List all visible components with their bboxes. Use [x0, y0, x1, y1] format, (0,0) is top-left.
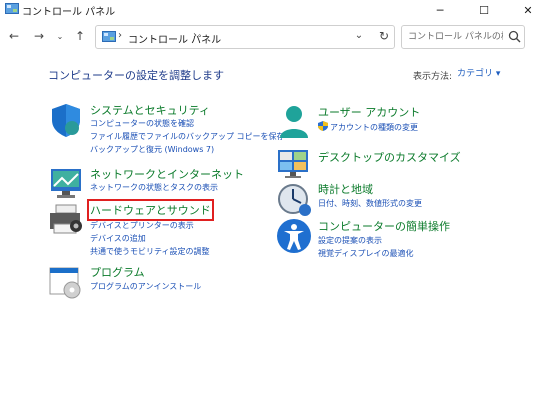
category-title-system[interactable]: システムとセキュリティ	[90, 102, 210, 118]
link-change-account-type[interactable]: アカウントの種類の変更	[330, 122, 418, 133]
forward-arrow-icon: →	[33, 29, 45, 43]
back-arrow-icon: ←	[8, 29, 20, 43]
link-devices-printers[interactable]: デバイスとプリンターの表示	[90, 220, 194, 231]
control-panel-icon	[102, 31, 116, 42]
user-icon[interactable]	[276, 104, 312, 140]
category-title-network[interactable]: ネットワークとインターネット	[90, 166, 244, 182]
link-network-status[interactable]: ネットワークの状態とタスクの表示	[90, 182, 218, 193]
chevron-down-icon: ⌄	[56, 31, 64, 41]
forward-button[interactable]: →	[30, 27, 48, 45]
recent-locations-button[interactable]: ⌄	[51, 27, 69, 45]
link-file-history[interactable]: ファイル履歴でファイルのバックアップ コピーを保存	[90, 131, 285, 142]
search-input[interactable]	[408, 30, 503, 44]
search-icon[interactable]	[508, 30, 521, 43]
clock-icon[interactable]	[276, 181, 312, 217]
category-title-ease[interactable]: コンピューターの簡単操作	[318, 218, 450, 234]
category-user-accounts: ユーザー アカウント アカウントの種類の変更	[276, 104, 496, 140]
maximize-icon: ☐	[479, 3, 489, 17]
title-bar: コントロール パネル ─ ☐ ✕	[0, 0, 550, 20]
link-suggested-settings[interactable]: 設定の提案の表示	[318, 235, 382, 246]
category-desktop-customization: デスクトップのカスタマイズ	[276, 146, 496, 178]
shield-icon[interactable]	[48, 102, 84, 138]
printer-icon[interactable]	[48, 202, 84, 238]
category-clock-region: 時計と地域 日付、時刻、数値形式の変更	[276, 181, 496, 216]
category-title-desktop[interactable]: デスクトップのカスタマイズ	[318, 149, 461, 165]
close-icon: ✕	[523, 3, 533, 17]
link-add-device[interactable]: デバイスの追加	[90, 233, 146, 244]
category-hardware-sound: ハードウェアとサウンド デバイスとプリンターの表示 デバイスの追加 共通で使うモ…	[48, 199, 258, 257]
accessibility-icon[interactable]	[276, 218, 312, 254]
maximize-button[interactable]: ☐	[462, 0, 506, 20]
link-optimize-display[interactable]: 視覚ディスプレイの最適化	[318, 248, 413, 259]
link-mobility-settings[interactable]: 共通で使うモビリティ設定の調整	[90, 246, 210, 257]
category-title-clock[interactable]: 時計と地域	[318, 181, 373, 197]
back-button[interactable]: ←	[5, 27, 23, 45]
up-button[interactable]: ↑	[71, 27, 89, 45]
up-arrow-icon: ↑	[74, 29, 86, 43]
category-programs: プログラム プログラムのアンインストール	[48, 264, 258, 299]
breadcrumb-control-panel[interactable]: コントロール パネル	[128, 31, 221, 46]
link-date-time-format[interactable]: 日付、時刻、数値形式の変更	[318, 198, 422, 209]
category-network-internet: ネットワークとインターネット ネットワークの状態とタスクの表示	[48, 166, 258, 198]
category-ease-of-access: コンピューターの簡単操作 設定の提案の表示 視覚ディスプレイの最適化	[276, 218, 496, 258]
category-title-user[interactable]: ユーザー アカウント	[318, 104, 420, 120]
link-uninstall-program[interactable]: プログラムのアンインストール	[90, 281, 201, 292]
network-icon[interactable]	[48, 166, 84, 202]
window-title: コントロール パネル	[22, 7, 116, 18]
minimize-button[interactable]: ─	[418, 0, 462, 20]
close-button[interactable]: ✕	[506, 0, 550, 20]
minimize-icon: ─	[436, 3, 444, 17]
breadcrumb-separator-icon[interactable]: ›	[118, 30, 122, 41]
desktop-icon[interactable]	[276, 146, 312, 182]
refresh-icon[interactable]: ↻	[376, 29, 392, 45]
link-backup-restore[interactable]: バックアップと復元 (Windows 7)	[90, 144, 214, 155]
navigation-bar: ← → ⌄ ↑ › コントロール パネル › ⌄ ↻	[0, 22, 550, 50]
link-check-status[interactable]: コンピューターの状態を確認	[90, 118, 194, 129]
address-dropdown-icon[interactable]: ⌄	[351, 30, 367, 44]
category-title-programs[interactable]: プログラム	[90, 264, 145, 280]
breadcrumb-separator-icon[interactable]: ›	[193, 30, 197, 41]
search-box[interactable]	[401, 25, 525, 49]
uac-shield-icon	[318, 121, 328, 131]
category-title-hardware[interactable]: ハードウェアとサウンド	[87, 199, 214, 221]
view-by-label: 表示方法:	[413, 72, 453, 82]
control-panel-icon	[5, 3, 19, 14]
address-bar[interactable]: › コントロール パネル › ⌄ ↻	[95, 25, 395, 49]
programs-icon[interactable]	[48, 264, 84, 300]
category-system-security: システムとセキュリティ コンピューターの状態を確認 ファイル履歴でファイルのバッ…	[48, 102, 285, 157]
view-by-dropdown[interactable]: カテゴリ ▾	[454, 66, 503, 82]
page-title: コンピューターの設定を調整します	[48, 69, 224, 82]
